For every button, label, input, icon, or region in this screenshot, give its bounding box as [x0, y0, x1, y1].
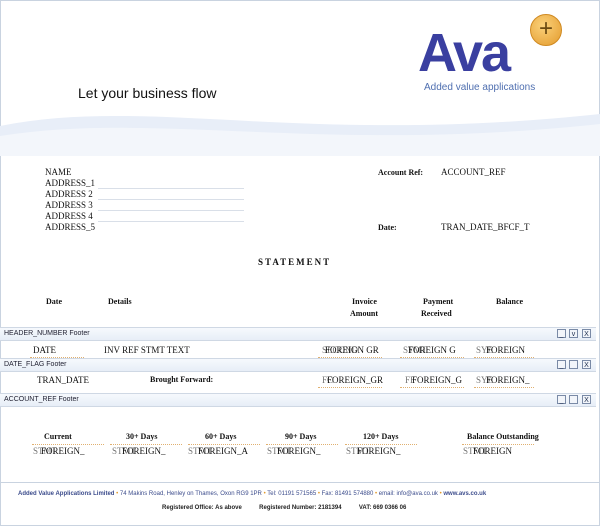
- close-band-button[interactable]: X: [582, 329, 591, 338]
- aging-value-90-days[interactable]: FOREIGN_: [277, 446, 321, 456]
- column-header-date: Date: [46, 297, 62, 306]
- account-ref-field[interactable]: ACCOUNT_REF: [441, 167, 506, 177]
- aging-value-120-days[interactable]: FOREIGN_: [357, 446, 401, 456]
- aging-label-balance-outstanding: Balance Outstanding: [467, 432, 539, 441]
- address-divider: [98, 199, 244, 200]
- footer-web: www.avs.co.uk: [443, 491, 487, 497]
- aging-label-90-days: 90+ Days: [285, 432, 317, 441]
- date-label: Date:: [378, 223, 397, 232]
- column-header-details: Details: [108, 297, 132, 306]
- statement-date-field[interactable]: TRAN_DATE_BFCF_T: [441, 222, 530, 232]
- footer-registered-number: Registered Number: 2181394: [259, 505, 342, 511]
- dropdown-band-button[interactable]: v: [569, 329, 578, 338]
- address-divider: [98, 188, 244, 189]
- account-ref-footer-band[interactable]: ACCOUNT_REF Footer _ X: [0, 393, 596, 407]
- band-label: ACCOUNT_REF Footer: [4, 396, 79, 403]
- aging-value-current[interactable]: FOREIGN_: [41, 446, 85, 456]
- field-underline: [266, 444, 338, 445]
- plus-logo-icon: +: [530, 14, 562, 46]
- ava-logo: Ava: [418, 23, 511, 83]
- address-divider: [98, 210, 244, 211]
- customer-name-field[interactable]: NAME: [45, 167, 72, 177]
- address-line-3-field[interactable]: ADDRESS 3: [45, 200, 93, 210]
- footer-address: 74 Makins Road, Henley on Thames, Oxon R…: [119, 491, 262, 497]
- footer-email: email: info@ava.co.uk: [378, 491, 438, 497]
- address-divider: [98, 221, 244, 222]
- brought-forward-payment-overlap: FF: [405, 375, 416, 385]
- brought-forward-payment-field[interactable]: FOREIGN_G: [412, 375, 462, 385]
- minimize-band-button[interactable]: _: [557, 329, 566, 338]
- band-label: DATE_FLAG Footer: [4, 361, 67, 368]
- aging-label-30-days: 30+ Days: [126, 432, 158, 441]
- brought-forward-invoice-overlap: FC: [322, 375, 334, 385]
- row-balance-overlap-field: SYE: [476, 345, 494, 355]
- aging-label-60-days: 60+ Days: [205, 432, 237, 441]
- brought-forward-date-field[interactable]: TRAN_DATE: [37, 375, 89, 385]
- statement-title: STATEMENT: [258, 257, 332, 267]
- restore-band-button[interactable]: [569, 395, 578, 404]
- aging-value-60-days[interactable]: FOREIGN_A: [198, 446, 248, 456]
- address-line-1-field[interactable]: ADDRESS_1: [45, 178, 95, 188]
- tagline: Let your business flow: [78, 85, 217, 101]
- column-header-invoice: Invoice: [352, 297, 377, 306]
- aging-value-30-days[interactable]: FOREIGN_: [122, 446, 166, 456]
- brought-forward-label: Brought Forward:: [150, 375, 214, 384]
- company-footer-line: Added Value Applications Limited • 74 Ma…: [18, 491, 487, 497]
- header-swoosh-graphic: [0, 114, 600, 156]
- footer-tel: Tel: 01191 571565: [267, 491, 317, 497]
- footer-registered-office: Registered Office: As above: [162, 505, 242, 511]
- column-header-payment-received: Received: [421, 309, 452, 318]
- aging-label-current: Current: [44, 432, 72, 441]
- minimize-band-button[interactable]: _: [557, 395, 566, 404]
- field-underline: [32, 444, 104, 445]
- minimize-band-button[interactable]: _: [557, 360, 566, 369]
- registration-footer-line: Registered Office: As above Registered N…: [162, 505, 406, 511]
- row-details-field[interactable]: INV REF STMT TEXT: [104, 345, 190, 355]
- restore-band-button[interactable]: [569, 360, 578, 369]
- row-date-field[interactable]: DATE: [33, 345, 56, 355]
- row-payment-overlap-field: STMT: [403, 345, 428, 355]
- brought-forward-invoice-field[interactable]: FOREIGN_GR: [327, 375, 383, 385]
- field-underline: [110, 444, 182, 445]
- account-ref-label: Account Ref:: [378, 168, 424, 177]
- field-underline: [400, 387, 464, 388]
- aging-value-balance-outstanding[interactable]: FOREIGN: [473, 446, 512, 456]
- field-underline: [462, 444, 534, 445]
- column-header-balance: Balance: [496, 297, 524, 306]
- close-band-button[interactable]: X: [582, 395, 591, 404]
- date-flag-footer-band[interactable]: DATE_FLAG Footer _ X: [0, 358, 596, 372]
- logo-subtitle: Added value applications: [424, 82, 536, 93]
- column-header-payment: Payment: [423, 297, 454, 306]
- footer-fax: Fax: 81491 574880: [321, 491, 374, 497]
- address-line-5-field[interactable]: ADDRESS_5: [45, 222, 95, 232]
- field-underline: [474, 387, 534, 388]
- footer-company-name: Added Value Applications Limited: [18, 491, 115, 497]
- column-header-invoice-amount: Amount: [350, 309, 379, 318]
- footer-vat: VAT: 669 0366 06: [358, 505, 407, 511]
- row-invoice-overlap-field: SECOND: [322, 345, 359, 355]
- address-line-2-field[interactable]: ADDRESS 2: [45, 189, 93, 199]
- field-underline: [318, 387, 382, 388]
- close-band-button[interactable]: X: [582, 360, 591, 369]
- address-line-4-field[interactable]: ADDRESS 4: [45, 211, 93, 221]
- field-underline: [188, 444, 260, 445]
- aging-label-120-days: 120+ Days: [363, 432, 399, 441]
- header-number-footer-band[interactable]: HEADER_NUMBER Footer _ v X: [0, 327, 596, 341]
- brought-forward-balance-overlap: SYE: [476, 375, 494, 385]
- field-underline: [345, 444, 417, 445]
- footer-divider: [0, 482, 600, 483]
- band-label: HEADER_NUMBER Footer: [4, 330, 90, 337]
